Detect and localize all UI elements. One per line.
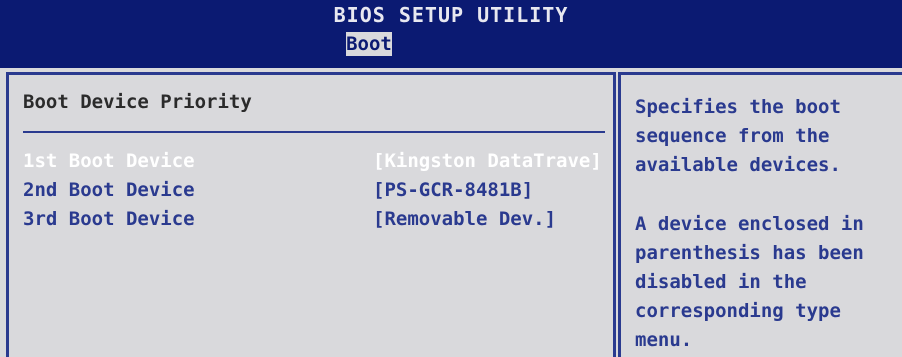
boot-device-label: 2nd Boot Device (23, 179, 195, 201)
tab-boot[interactable]: Boot (346, 32, 392, 56)
boot-device-row-3rd[interactable]: 3rd Boot Device [Removable Dev.] (23, 205, 603, 233)
help-text: Specifies the boot sequence from the ava… (635, 93, 895, 355)
bios-screen: BIOS SETUP UTILITY Boot Boot Device Prio… (0, 0, 902, 357)
section-title: Boot Device Priority (23, 91, 252, 113)
boot-device-label: 1st Boot Device (23, 150, 195, 172)
boot-device-value[interactable]: [PS-GCR-8481B] (373, 176, 533, 204)
window-title: BIOS SETUP UTILITY (0, 0, 902, 30)
section-divider (23, 131, 605, 133)
help-panel: Specifies the boot sequence from the ava… (618, 72, 902, 357)
boot-device-row-1st[interactable]: 1st Boot Device [Kingston DataTrave] (23, 147, 603, 175)
boot-device-row-2nd[interactable]: 2nd Boot Device [PS-GCR-8481B] (23, 176, 603, 204)
boot-device-value[interactable]: [Kingston DataTrave] (373, 147, 602, 175)
tab-bar: Boot (0, 30, 902, 68)
help-paragraph-1: Specifies the boot sequence from the ava… (635, 96, 841, 176)
boot-device-value[interactable]: [Removable Dev.] (373, 205, 556, 233)
boot-device-label: 3rd Boot Device (23, 208, 195, 230)
boot-priority-panel: Boot Device Priority 1st Boot Device [Ki… (6, 72, 616, 357)
help-paragraph-2: A device enclosed in parenthesis has bee… (635, 213, 864, 351)
window-title-text: BIOS SETUP UTILITY (333, 3, 569, 27)
